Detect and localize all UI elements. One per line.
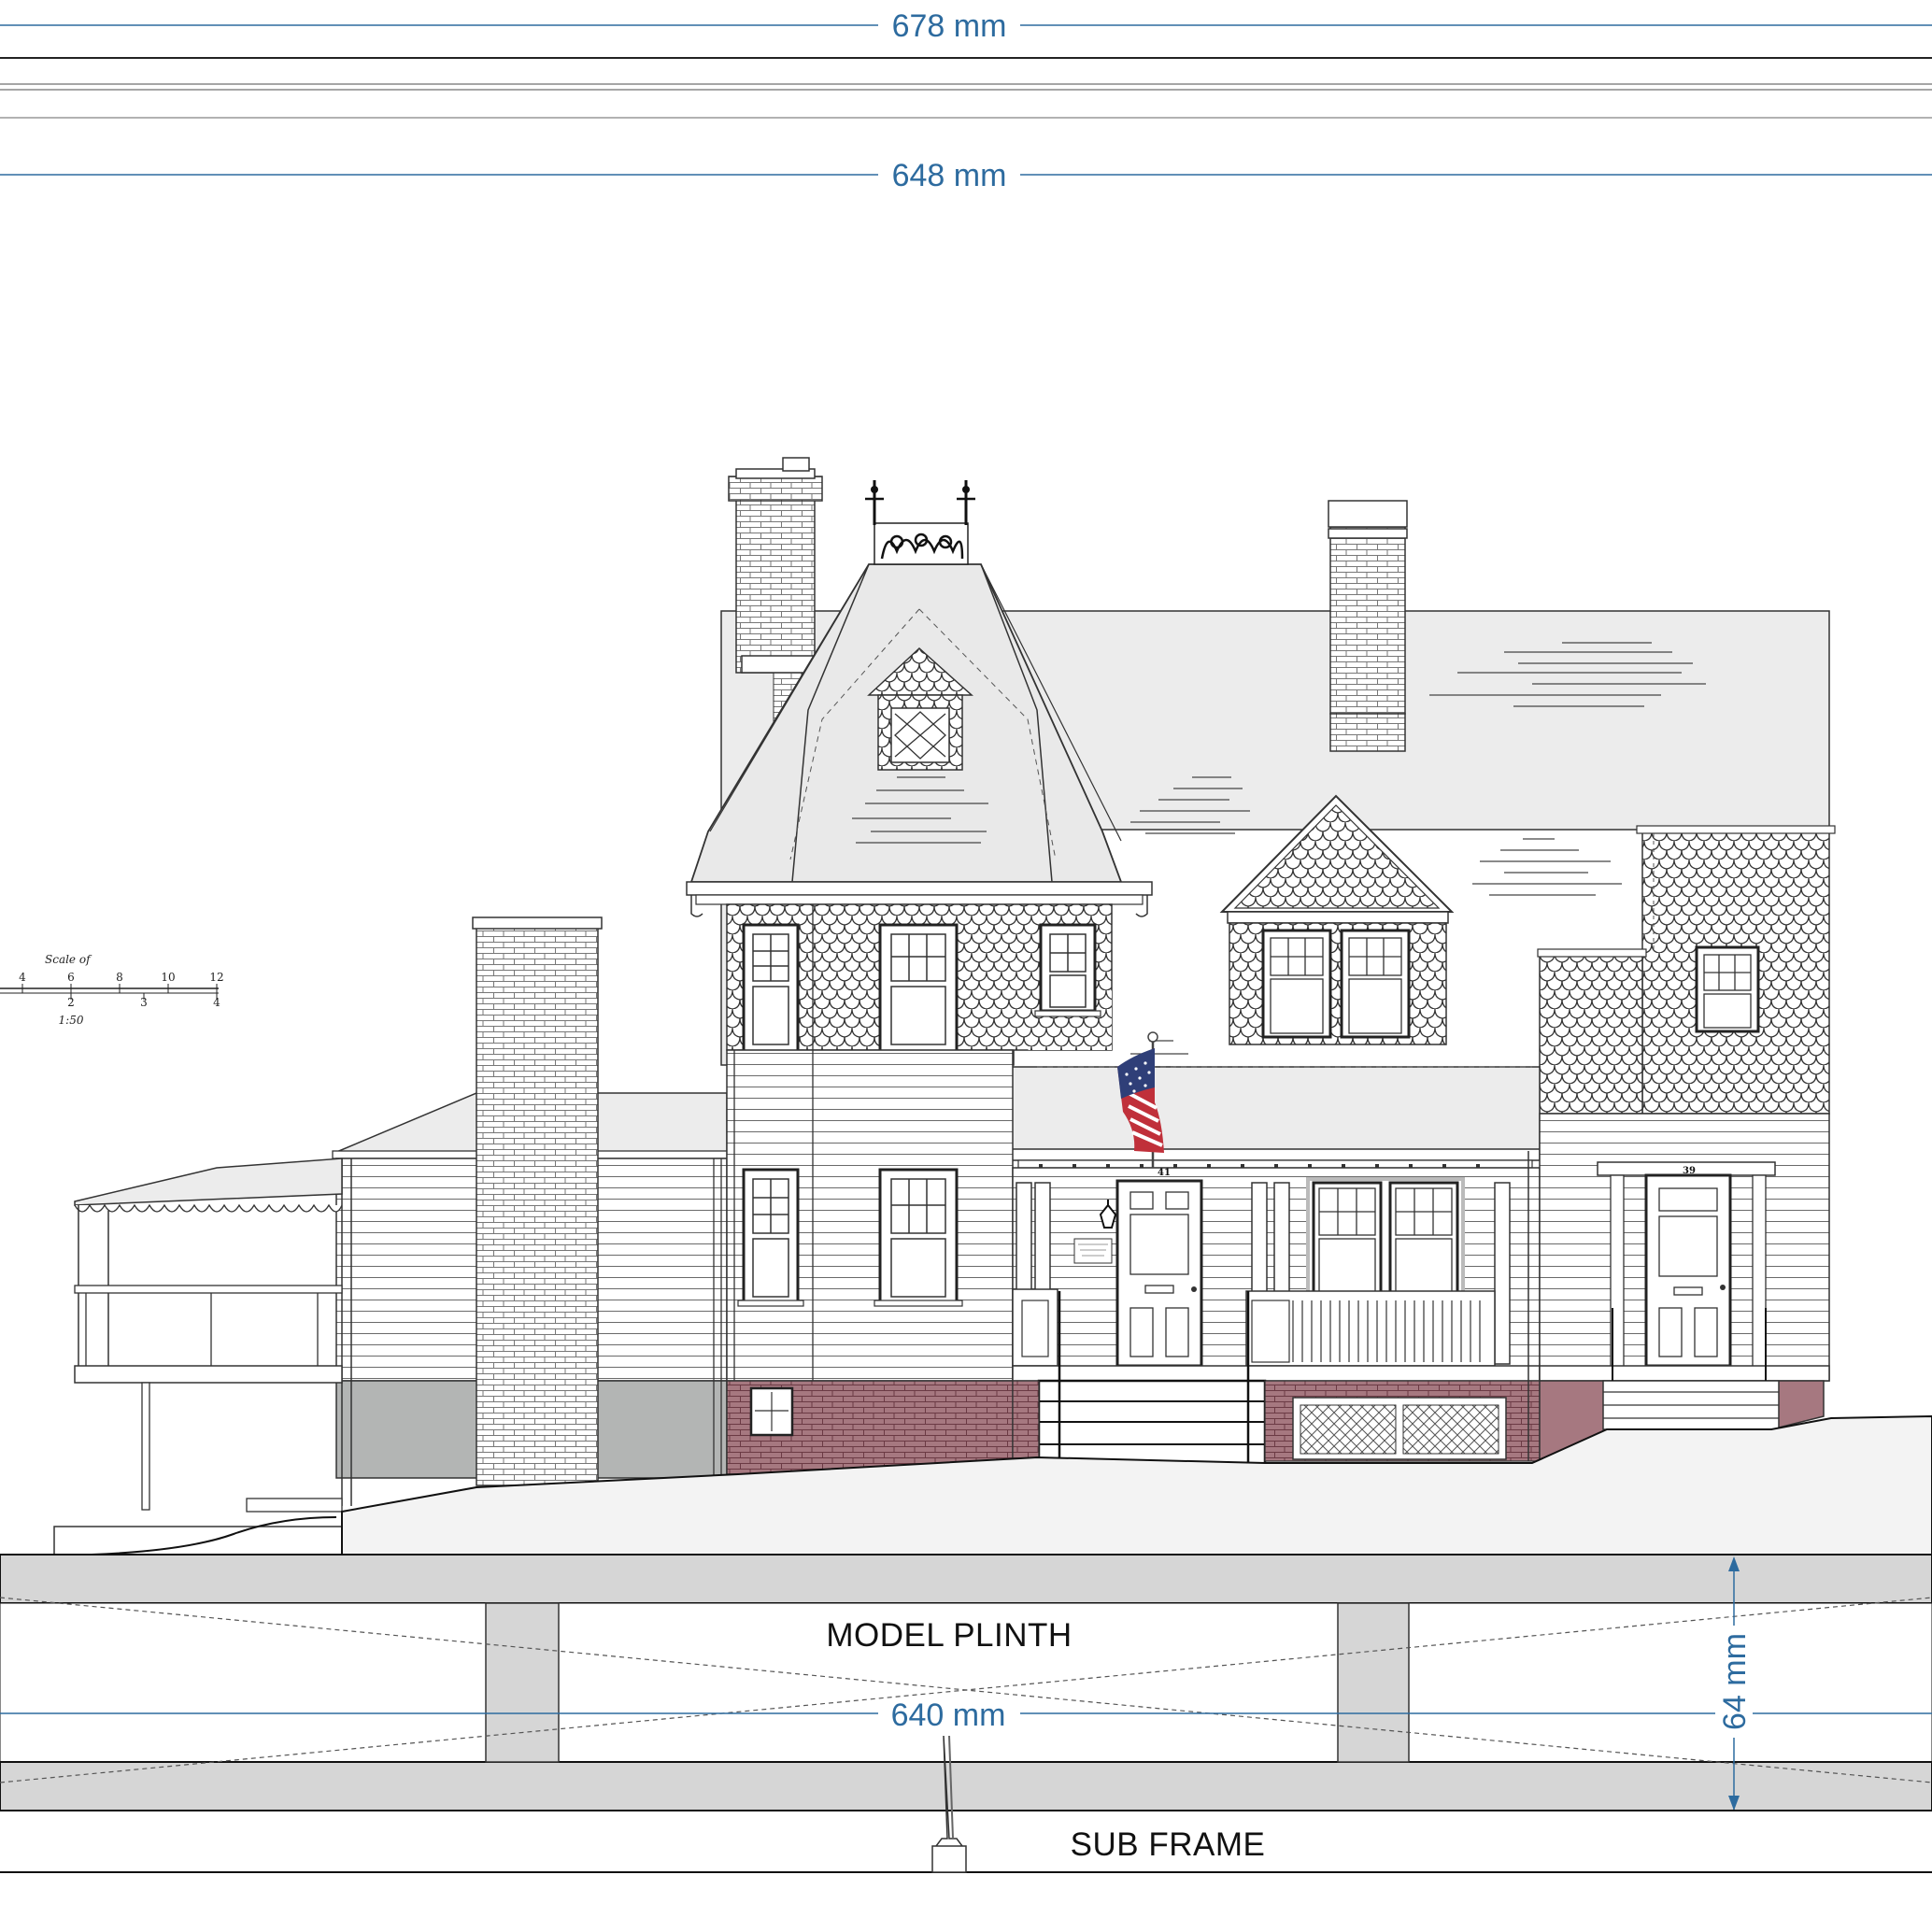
center-dormer bbox=[1219, 794, 1455, 1045]
scale-tick-top-5: 12 bbox=[209, 971, 223, 984]
porch-roof bbox=[1010, 1066, 1541, 1170]
scale-tick-bottom-2: 3 bbox=[140, 996, 148, 1009]
plinth-width-label: 640 mm bbox=[891, 1698, 1006, 1733]
overall-width-label: 678 mm bbox=[892, 8, 1007, 44]
side-deck bbox=[53, 1158, 343, 1556]
ground-window-left bbox=[737, 1168, 804, 1307]
house-width-dimension: 648 mm bbox=[0, 158, 1932, 193]
ground-window-center bbox=[874, 1168, 963, 1307]
right-wing-lower: 39 bbox=[1539, 1113, 1830, 1465]
model-plinth: MODEL PLINTH 640 mm 64 mm bbox=[0, 1554, 1932, 1811]
scale-tick-top-2: 6 bbox=[67, 971, 75, 984]
scale-tick-top-1: 4 bbox=[19, 971, 26, 984]
right-wing-upper bbox=[1537, 825, 1836, 1163]
house-width-label: 648 mm bbox=[892, 158, 1007, 193]
tower-window-center bbox=[874, 923, 963, 1057]
scale-tick-top-3: 8 bbox=[116, 971, 123, 984]
house-elevation: 41 39 bbox=[53, 457, 1932, 1556]
scale-tick-top-4: 10 bbox=[161, 971, 175, 984]
plinth-height-label: 64 mm bbox=[1717, 1633, 1753, 1730]
elevation-drawing: 678 mm 648 mm Scale of 4 6 8 10 12 2 3 4… bbox=[0, 8, 1932, 1873]
top-border-lines bbox=[0, 57, 1932, 119]
sub-frame-label: SUB FRAME bbox=[1071, 1826, 1266, 1863]
scale-bar: Scale of 4 6 8 10 12 2 3 4 1:50 bbox=[0, 953, 224, 1027]
scale-title: Scale of bbox=[45, 953, 92, 966]
overall-width-dimension: 678 mm bbox=[0, 8, 1932, 44]
front-porch: 41 bbox=[1012, 1151, 1541, 1467]
scale-tick-bottom-3: 4 bbox=[213, 996, 220, 1009]
right-chimney bbox=[1328, 500, 1408, 752]
scale-ratio: 1:50 bbox=[59, 1014, 84, 1027]
house-number-41: 41 bbox=[1158, 1168, 1171, 1178]
tower-window-left bbox=[737, 923, 804, 1057]
tower-window-right bbox=[1034, 923, 1101, 1017]
plinth-label: MODEL PLINTH bbox=[826, 1617, 1072, 1654]
tall-chimney bbox=[472, 916, 603, 1486]
house-number-39: 39 bbox=[1683, 1166, 1696, 1176]
scale-tick-bottom-1: 2 bbox=[67, 996, 75, 1009]
